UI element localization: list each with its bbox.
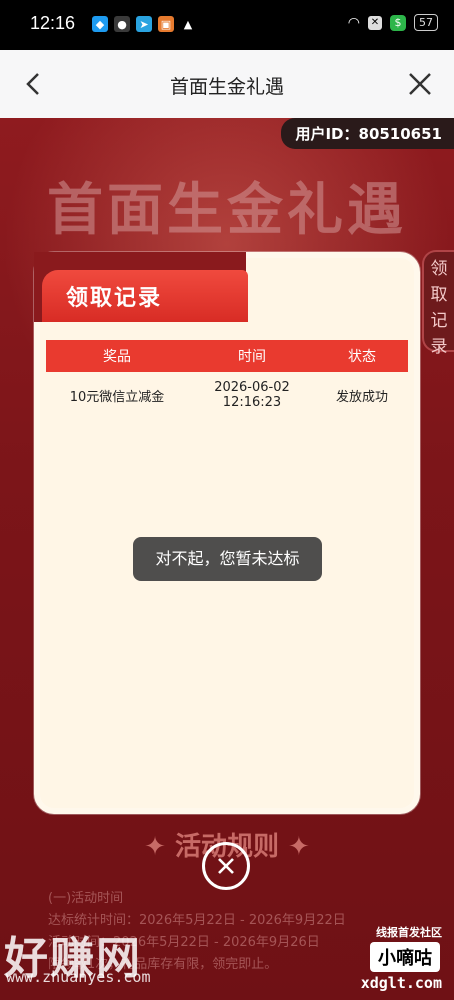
cell-prize: 10元微信立减金 (69, 389, 165, 405)
rules-line: (一)活动时间 (48, 891, 124, 906)
battery-indicator: 57 (414, 14, 438, 31)
table-row: 10元微信立减金 2026-06-02 12:16:23 发放成功 (46, 380, 408, 410)
column-time: 时间 (238, 349, 266, 365)
table-header: 奖品 时间 状态 (46, 340, 408, 372)
popup-close-button[interactable] (202, 842, 250, 890)
cell-time: 2026-06-02 12:16:23 (214, 380, 290, 410)
warning-icon: ▲ (183, 17, 193, 31)
campaign-title: 首面生金礼遇 (47, 178, 407, 243)
sim-icon: ✕ (368, 15, 382, 30)
records-popup (34, 252, 420, 814)
page-title: 首面生金礼遇 (169, 76, 284, 98)
popup-title: 领取记录 (66, 286, 163, 311)
cell-status: 发放成功 (335, 389, 388, 405)
wifi-icon: ◠ (347, 14, 360, 31)
side-tab-records[interactable]: 领取记录 (422, 250, 454, 357)
qq-icon: ◆ (92, 16, 108, 32)
column-status: 状态 (348, 349, 376, 365)
wechat-icon: ● (114, 16, 130, 32)
watermark-url-right: xdglt.com (360, 974, 442, 992)
side-tab-label: 领取记录 (430, 259, 448, 357)
user-id-badge: 用户ID：80510651 (281, 118, 454, 149)
telegram-icon: ➤ (136, 16, 152, 32)
status-time: 12:16 (30, 13, 76, 33)
toast-message: 对不起，您暂未达标 (133, 537, 322, 581)
notification-icons: ◆ ● ➤ ▣ ▲ (92, 16, 196, 32)
money-icon: $ (390, 14, 406, 31)
column-prize: 奖品 (103, 349, 131, 365)
watermark-url-left: www.zhuanyes.com (6, 968, 151, 986)
status-bar: 12:16 ◆ ● ➤ ▣ ▲ ◠ ✕ $ 57 (0, 0, 454, 50)
nav-bar: 首面生金礼遇 (0, 50, 454, 118)
watermark-tagline-right: 线报首发社区 (376, 926, 442, 939)
app-icon: ▣ (158, 16, 174, 32)
close-icon[interactable] (406, 70, 434, 98)
watermark-logo-right: 小嘀咕 (370, 942, 440, 972)
